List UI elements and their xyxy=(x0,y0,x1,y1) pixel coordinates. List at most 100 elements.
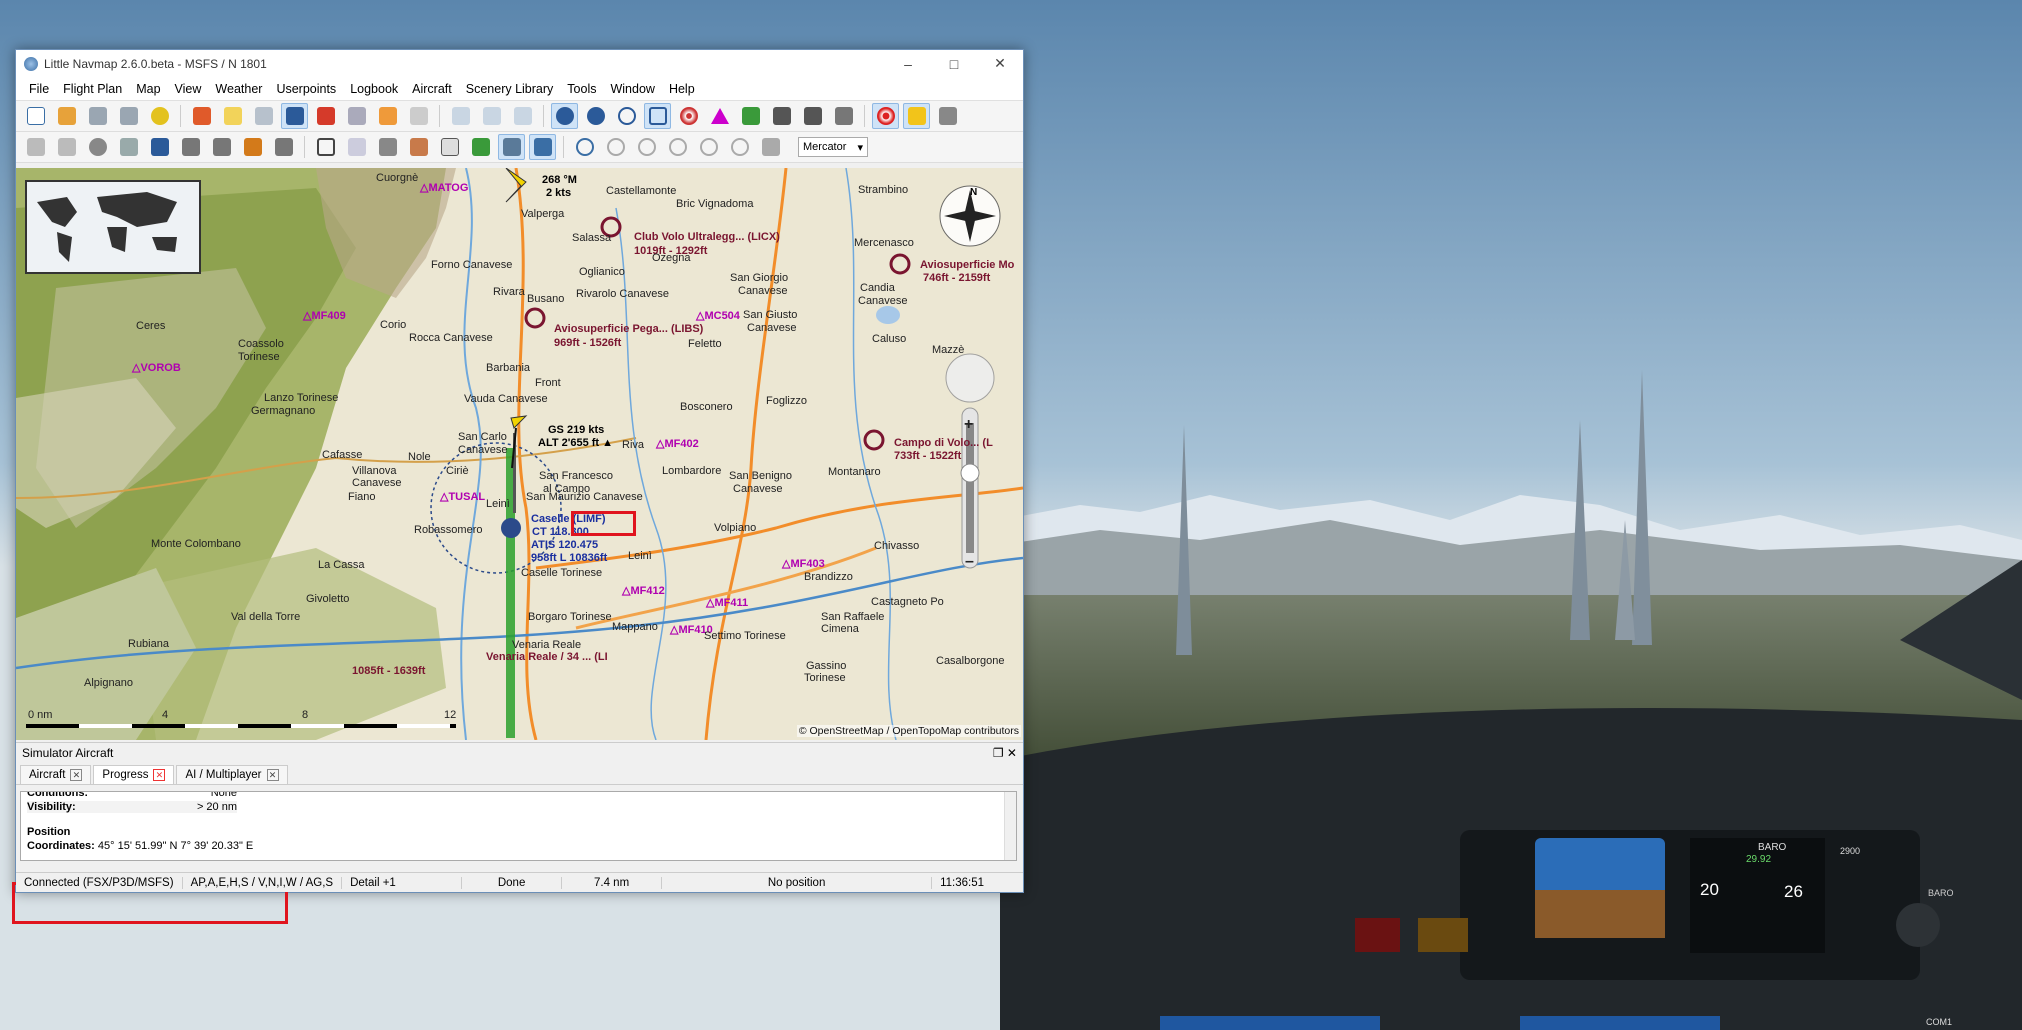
map-label: 969ft - 1526ft xyxy=(554,337,622,349)
range-ring-2-icon[interactable] xyxy=(633,134,660,160)
vor-icon[interactable] xyxy=(644,103,671,129)
forward-icon[interactable] xyxy=(405,103,432,129)
overview-map[interactable] xyxy=(25,180,201,274)
text-icon[interactable] xyxy=(436,134,463,160)
aircraft-center-icon[interactable] xyxy=(281,103,308,129)
tracks-icon[interactable] xyxy=(830,103,857,129)
flight-plan-print-icon[interactable] xyxy=(405,134,432,160)
empty-airports-icon[interactable] xyxy=(613,103,640,129)
window-title: Little Navmap 2.6.0.beta - MSFS / N 1801 xyxy=(44,56,267,71)
undo-icon[interactable] xyxy=(22,134,49,160)
aircraft-trail-icon[interactable] xyxy=(312,103,339,129)
map-label: Ceres xyxy=(136,320,166,332)
close-tab-icon[interactable]: ✕ xyxy=(266,769,279,781)
route-icon[interactable] xyxy=(250,103,277,129)
find-icon[interactable] xyxy=(343,134,370,160)
menu-help[interactable]: Help xyxy=(662,82,702,96)
map-label: Canavese xyxy=(458,444,508,456)
edit-route-icon[interactable] xyxy=(374,134,401,160)
info-icon[interactable] xyxy=(529,134,556,160)
panel-window-controls[interactable]: ❐ ✕ xyxy=(993,746,1017,760)
target-icon[interactable] xyxy=(872,103,899,129)
victor-airways-icon[interactable] xyxy=(768,103,795,129)
soft-airports-icon[interactable] xyxy=(582,103,609,129)
search-icon[interactable] xyxy=(84,134,111,160)
zoom-fit-icon[interactable] xyxy=(509,103,536,129)
add-airport-icon[interactable] xyxy=(146,134,173,160)
user-airspace-icon[interactable] xyxy=(934,103,961,129)
save-plan-icon[interactable] xyxy=(84,103,111,129)
reload-icon[interactable] xyxy=(146,103,173,129)
map-label: Val della Torre xyxy=(231,611,301,623)
calc-route-icon[interactable] xyxy=(177,134,204,160)
center-icon[interactable] xyxy=(219,103,246,129)
redo-icon[interactable] xyxy=(53,134,80,160)
menu-bar: File Flight Plan Map View Weather Userpo… xyxy=(16,77,1023,101)
back-icon[interactable] xyxy=(374,103,401,129)
menu-userpoints[interactable]: Userpoints xyxy=(269,82,343,96)
fit-route-icon[interactable] xyxy=(312,134,339,160)
map-label: Monte Colombano xyxy=(151,538,241,550)
maximize-button[interactable]: □ xyxy=(931,50,977,77)
tab-progress[interactable]: Progress ✕ xyxy=(93,765,175,784)
departure-icon[interactable] xyxy=(270,134,297,160)
map-label: Caselle Torinese xyxy=(521,567,603,579)
map-label: Rubiana xyxy=(128,638,169,650)
airports-icon[interactable] xyxy=(551,103,578,129)
minimize-button[interactable]: – xyxy=(885,50,931,77)
tab-aircraft[interactable]: Aircraft ✕ xyxy=(20,765,92,784)
range-ring-3-icon[interactable] xyxy=(664,134,691,160)
range-ring-icon[interactable] xyxy=(602,134,629,160)
map-label: Venaria Reale / 34 ... (LI xyxy=(486,651,608,663)
range-ring-5-icon[interactable] xyxy=(726,134,753,160)
map-label: Feletto xyxy=(688,338,722,350)
clear-trail-icon[interactable] xyxy=(343,103,370,129)
home-icon[interactable] xyxy=(188,103,215,129)
panel-scrollbar[interactable] xyxy=(1004,792,1016,860)
menu-logbook[interactable]: Logbook xyxy=(343,82,405,96)
ils-icon[interactable] xyxy=(737,103,764,129)
procedures-icon[interactable] xyxy=(239,134,266,160)
menu-weather[interactable]: Weather xyxy=(208,82,269,96)
map-label: Mazzè xyxy=(932,344,965,356)
map-label: Rivara xyxy=(493,286,525,298)
zoom-in-icon[interactable]: + xyxy=(964,416,973,434)
menu-aircraft[interactable]: Aircraft xyxy=(405,82,459,96)
compass-rose-icon[interactable] xyxy=(571,134,598,160)
menu-flight-plan[interactable]: Flight Plan xyxy=(56,82,129,96)
magnifier-icon[interactable] xyxy=(115,134,142,160)
close-tab-icon[interactable]: ✕ xyxy=(70,769,83,781)
jet-airways-icon[interactable] xyxy=(799,103,826,129)
zoom-in-icon[interactable] xyxy=(447,103,474,129)
tab-ai-multiplayer[interactable]: AI / Multiplayer ✕ xyxy=(176,765,288,784)
reverse-route-icon[interactable] xyxy=(208,134,235,160)
map-view[interactable]: Cuorgnè △MATOG 268 °M 2 kts Castellamonte Bri… xyxy=(16,168,1023,740)
ndb-icon[interactable] xyxy=(675,103,702,129)
range-ring-4-icon[interactable] xyxy=(695,134,722,160)
map-label: San Giusto xyxy=(743,309,798,321)
secondary-toolbar: Mercator ▾ xyxy=(16,132,1023,163)
toolbar-separator xyxy=(180,105,181,127)
menu-view[interactable]: View xyxy=(168,82,209,96)
zoom-out-icon[interactable]: – xyxy=(965,553,974,571)
menu-window[interactable]: Window xyxy=(603,82,661,96)
menu-file[interactable]: File xyxy=(22,82,56,96)
menu-map[interactable]: Map xyxy=(129,82,167,96)
userpoint-star-icon[interactable] xyxy=(903,103,930,129)
open-plan-icon[interactable] xyxy=(53,103,80,129)
toolbar-separator xyxy=(864,105,865,127)
save-as-icon[interactable] xyxy=(115,103,142,129)
menu-tools[interactable]: Tools xyxy=(560,82,603,96)
measurement-icon[interactable] xyxy=(757,134,784,160)
elevation-icon[interactable] xyxy=(467,134,494,160)
zoom-out-icon[interactable] xyxy=(478,103,505,129)
menu-scenery-library[interactable]: Scenery Library xyxy=(459,82,561,96)
map-label: △MF402 xyxy=(656,438,699,450)
new-plan-icon[interactable] xyxy=(22,103,49,129)
projection-select[interactable]: Mercator ▾ xyxy=(798,137,868,157)
aircraft-view-icon[interactable] xyxy=(498,134,525,160)
close-tab-icon[interactable]: ✕ xyxy=(153,769,166,781)
close-button[interactable]: ✕ xyxy=(977,50,1023,77)
status-detail: Detail +1 xyxy=(342,876,463,889)
waypoint-icon[interactable] xyxy=(706,103,733,129)
